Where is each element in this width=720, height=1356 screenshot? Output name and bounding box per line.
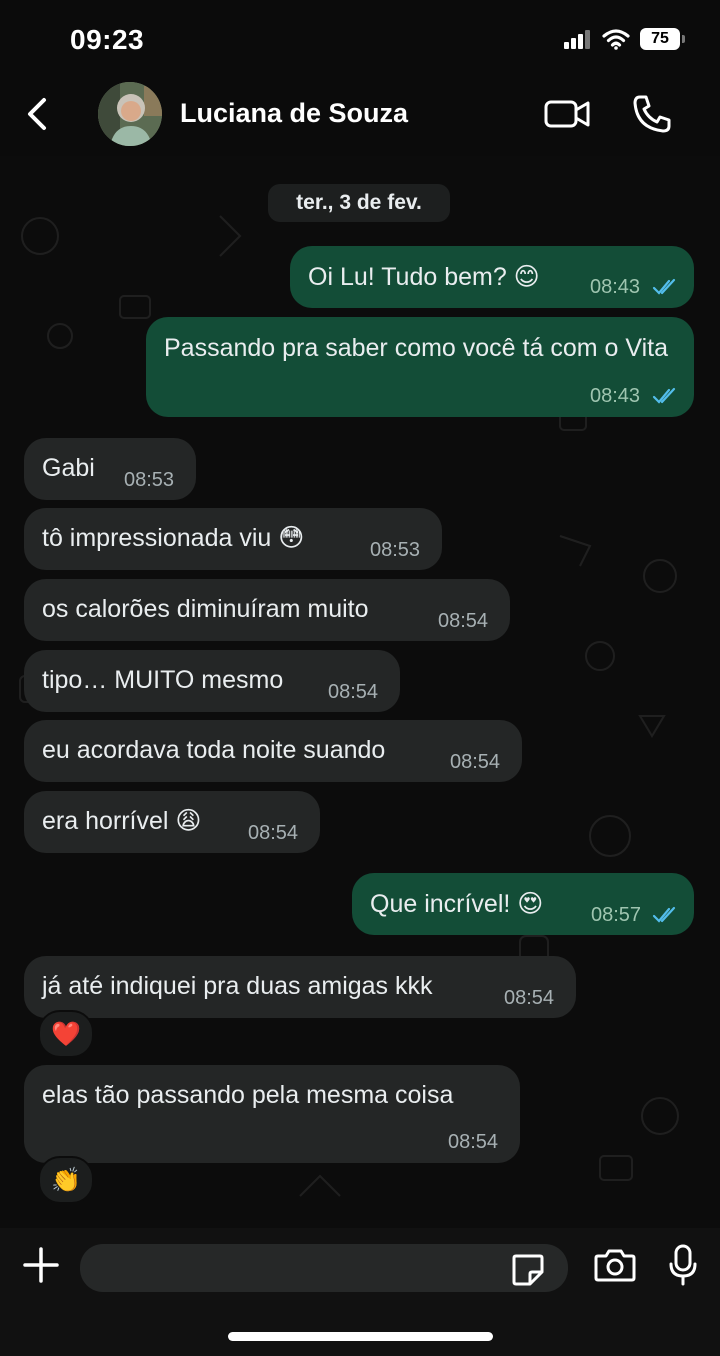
wifi-icon xyxy=(602,29,630,50)
message-time: 08:54 xyxy=(504,987,555,1009)
message-time: 08:43 xyxy=(590,276,641,298)
message-text: era horrível 😩 xyxy=(42,807,202,835)
chat-header: Luciana de Souza xyxy=(0,80,720,156)
message-text: Passando pra saber como você tá com o Vi… xyxy=(164,334,668,362)
message-time: 08:43 xyxy=(590,385,641,407)
camera-icon xyxy=(594,1249,636,1282)
back-button[interactable] xyxy=(20,94,52,139)
back-icon xyxy=(28,98,46,130)
reaction-badge[interactable]: ❤️ xyxy=(38,1010,94,1058)
home-indicator xyxy=(228,1332,493,1341)
message-time: 08:54 xyxy=(448,1131,499,1153)
video-call-button[interactable] xyxy=(544,94,590,139)
message-time: 08:57 xyxy=(591,904,642,926)
message-bubble-incoming[interactable]: os calorões diminuíram muito 08:54 xyxy=(24,579,510,641)
message-composer xyxy=(0,1228,720,1356)
message-time: 08:54 xyxy=(438,610,489,632)
voice-call-button[interactable] xyxy=(632,94,672,139)
message-text: Gabi xyxy=(42,454,95,482)
message-bubble-incoming[interactable]: era horrível 😩 08:54 xyxy=(24,791,320,853)
contact-avatar[interactable] xyxy=(98,82,162,146)
message-bubble-incoming[interactable]: eu acordava toda noite suando 08:54 xyxy=(24,720,522,782)
message-time: 08:53 xyxy=(370,539,421,561)
message-input[interactable] xyxy=(80,1244,568,1292)
attach-button[interactable] xyxy=(22,1246,60,1289)
plus-icon xyxy=(23,1247,59,1283)
message-text: eu acordava toda noite suando xyxy=(42,736,386,764)
reaction-badge[interactable]: 👏 xyxy=(38,1156,94,1204)
message-text: tô impressionada viu 😳 xyxy=(42,524,305,552)
message-text: elas tão passando pela mesma coisa xyxy=(42,1081,454,1109)
read-receipt-icon xyxy=(652,906,676,923)
video-call-icon xyxy=(544,100,590,128)
message-time: 08:53 xyxy=(124,469,175,491)
message-bubble-outgoing[interactable]: Passando pra saber como você tá com o Vi… xyxy=(146,317,694,417)
status-icons: 75 xyxy=(564,28,685,50)
sticker-icon xyxy=(512,1254,544,1286)
avatar-image xyxy=(98,82,162,146)
sticker-button[interactable] xyxy=(510,1252,546,1293)
read-receipt-icon xyxy=(652,387,676,404)
date-separator: ter., 3 de fev. xyxy=(268,184,450,222)
message-bubble-incoming[interactable]: já até indiquei pra duas amigas kkk 08:5… xyxy=(24,956,576,1018)
message-bubble-incoming[interactable]: Gabi 08:53 xyxy=(24,438,196,500)
message-text: os calorões diminuíram muito xyxy=(42,595,369,623)
message-time: 08:54 xyxy=(450,751,501,773)
voice-call-icon xyxy=(633,95,671,133)
chat-area[interactable]: ter., 3 de fev. Oi Lu! Tudo bem? 😊 08:43… xyxy=(0,156,720,1228)
message-text: já até indiquei pra duas amigas kkk xyxy=(42,972,433,1000)
message-bubble-incoming[interactable]: elas tão passando pela mesma coisa 08:54 xyxy=(24,1065,520,1163)
status-time: 09:23 xyxy=(70,24,145,55)
message-bubble-outgoing[interactable]: Que incrível! 😍 08:57 xyxy=(352,873,694,935)
message-time: 08:54 xyxy=(328,681,379,703)
status-bar: 09:23 75 xyxy=(0,0,720,80)
message-bubble-incoming[interactable]: tô impressionada viu 😳 08:53 xyxy=(24,508,442,570)
message-text: Que incrível! 😍 xyxy=(370,890,544,918)
signal-icon xyxy=(564,30,590,49)
read-receipt-icon xyxy=(652,278,676,295)
message-bubble-outgoing[interactable]: Oi Lu! Tudo bem? 😊 08:43 xyxy=(290,246,694,308)
message-text: tipo… MUITO mesmo xyxy=(42,666,284,694)
message-text: Oi Lu! Tudo bem? 😊 xyxy=(308,263,540,291)
camera-button[interactable] xyxy=(594,1246,636,1289)
battery-indicator: 75 xyxy=(640,28,685,50)
message-bubble-incoming[interactable]: tipo… MUITO mesmo 08:54 xyxy=(24,650,400,712)
voice-message-button[interactable] xyxy=(668,1244,698,1293)
message-time: 08:54 xyxy=(248,822,299,844)
contact-name[interactable]: Luciana de Souza xyxy=(180,98,408,129)
mic-icon xyxy=(669,1244,697,1286)
